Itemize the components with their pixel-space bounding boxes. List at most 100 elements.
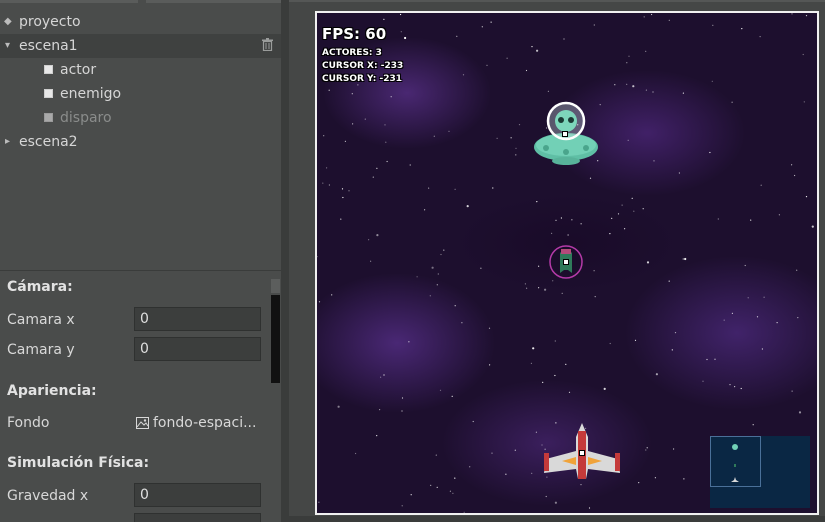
star (747, 297, 749, 299)
actor-handle[interactable] (579, 450, 585, 456)
actor-icon (44, 113, 53, 122)
camera-y-field[interactable]: 0 (134, 337, 261, 361)
star (655, 373, 658, 376)
star (318, 501, 320, 503)
star (364, 118, 366, 120)
star (632, 85, 635, 88)
star (440, 253, 442, 256)
star (456, 35, 458, 37)
star (567, 234, 569, 236)
star (530, 362, 532, 364)
star (682, 92, 684, 94)
star (535, 431, 537, 433)
star (791, 13, 793, 15)
star (489, 364, 491, 366)
tree-item-proyecto[interactable]: ◆ proyecto (0, 10, 281, 34)
star (386, 160, 388, 163)
star (740, 387, 742, 390)
game-canvas-frame[interactable]: FPS: 60 ACTORES: 3 CURSOR X: -233 CURSOR… (315, 11, 819, 515)
star (408, 341, 410, 343)
star (435, 454, 437, 456)
star (437, 273, 439, 275)
star (711, 80, 713, 82)
fps-counter: FPS: 60 (322, 25, 387, 43)
trash-icon[interactable] (262, 38, 273, 51)
star (454, 188, 456, 190)
tree-item-label: actor (60, 62, 97, 78)
actor-handle[interactable] (563, 259, 569, 265)
canvas-area: FPS: 60 ACTORES: 3 CURSOR X: -233 CURSOR… (289, 0, 825, 522)
star (390, 96, 392, 98)
star (714, 358, 716, 360)
star (805, 196, 808, 198)
star (554, 501, 557, 504)
star (454, 477, 456, 479)
chevron-right-icon[interactable]: ▸ (5, 130, 10, 154)
star (372, 176, 374, 178)
star (796, 269, 798, 271)
star (526, 287, 528, 289)
star (811, 225, 814, 228)
star (410, 494, 412, 496)
star (653, 160, 655, 162)
star (593, 24, 595, 26)
star (469, 466, 471, 468)
star (547, 90, 549, 92)
star (400, 31, 402, 33)
star (645, 89, 647, 91)
star (580, 223, 582, 225)
star (340, 218, 342, 220)
properties-panel: Cámara: Camara x 0 Camara y 0 Apariencia… (0, 277, 269, 522)
star (589, 177, 592, 179)
star (551, 232, 553, 234)
star (531, 472, 533, 474)
camera-x-label: Camara x (7, 312, 75, 328)
star (514, 449, 516, 451)
background-picker[interactable]: fondo-espaci... (136, 415, 256, 431)
star (609, 233, 611, 235)
gravity-x-field[interactable]: 0 (134, 483, 261, 507)
star (634, 339, 637, 341)
star (436, 486, 438, 488)
star (563, 38, 565, 40)
star (463, 511, 465, 513)
scrollbar-arrow[interactable] (271, 279, 280, 293)
minimap[interactable] (710, 436, 810, 508)
tree-tab[interactable] (146, 0, 281, 3)
star (712, 24, 714, 26)
star (554, 340, 556, 342)
tree-item-label: proyecto (19, 14, 81, 30)
star (791, 164, 793, 166)
tree-item-escena1[interactable]: ▾ escena1 (0, 34, 281, 58)
star (337, 405, 340, 408)
star (538, 265, 540, 267)
star (488, 327, 491, 329)
game-canvas[interactable]: FPS: 60 ACTORES: 3 CURSOR X: -233 CURSOR… (317, 13, 817, 513)
tree-item-enemigo[interactable]: enemigo (0, 82, 281, 106)
star (684, 257, 687, 261)
star (673, 448, 675, 450)
star (428, 187, 430, 189)
star (515, 154, 517, 156)
star (506, 57, 508, 59)
tree-tab[interactable] (0, 0, 138, 3)
star (627, 139, 629, 141)
star (331, 294, 333, 296)
star (448, 130, 450, 132)
tree-item-actor[interactable]: actor (0, 58, 281, 82)
star (776, 322, 778, 324)
tree-item-escena2[interactable]: ▸ escena2 (0, 130, 281, 154)
star (654, 477, 656, 479)
chevron-down-icon[interactable]: ▾ (5, 34, 10, 58)
tree-item-disparo[interactable]: disparo (0, 106, 281, 130)
star (683, 478, 685, 480)
star (668, 19, 670, 21)
camera-x-field[interactable]: 0 (134, 307, 261, 331)
splitter[interactable] (281, 0, 289, 522)
actor-handle[interactable] (562, 131, 568, 137)
gravity-y-field[interactable] (134, 513, 261, 522)
star (803, 101, 805, 103)
scrollbar-thumb[interactable] (271, 295, 280, 383)
star (568, 391, 571, 393)
star (454, 305, 456, 307)
